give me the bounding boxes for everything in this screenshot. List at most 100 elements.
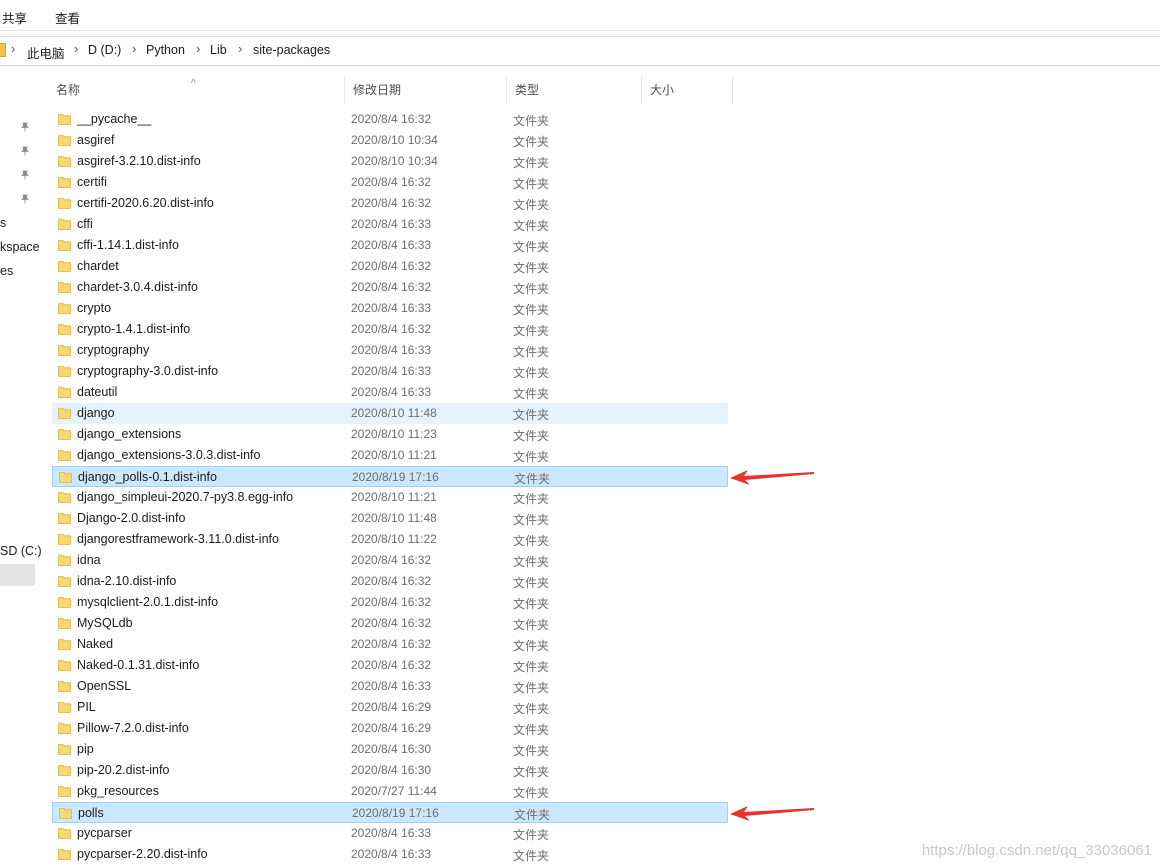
file-name: idna — [77, 553, 101, 567]
file-type: 文件夹 — [513, 261, 550, 275]
breadcrumb-this-pc[interactable]: 此电脑 — [27, 43, 65, 62]
file-date: 2020/7/27 11:44 — [351, 784, 437, 798]
file-row[interactable]: cffi 2020/8/4 16:33 文件夹 — [52, 214, 728, 235]
file-date: 2020/8/4 16:29 — [351, 721, 432, 735]
chevron-right-icon[interactable]: › — [11, 41, 15, 56]
file-type: 文件夹 — [514, 472, 551, 486]
file-row[interactable]: django_extensions-3.0.3.dist-info 2020/8/… — [52, 445, 728, 466]
file-row[interactable]: cryptography 2020/8/4 16:33 文件夹 — [52, 340, 728, 361]
file-type: 文件夹 — [513, 156, 550, 170]
file-type: 文件夹 — [513, 114, 550, 128]
file-date: 2020/8/4 16:32 — [351, 637, 432, 651]
file-row[interactable]: pkg_resources 2020/7/27 11:44 文件夹 — [52, 781, 728, 802]
file-row[interactable]: Pillow-7.2.0.dist-info 2020/8/4 16:29 文件夹 — [52, 718, 728, 739]
file-type: 文件夹 — [513, 513, 550, 527]
file-type: 文件夹 — [513, 639, 550, 653]
breadcrumb-lib[interactable]: Lib — [210, 43, 227, 57]
breadcrumb-site-packages[interactable]: site-packages — [253, 43, 330, 57]
column-date[interactable]: 修改日期 — [345, 76, 507, 104]
file-date: 2020/8/4 16:29 — [351, 700, 432, 714]
nav-item-drive-c[interactable]: SD (C:) — [0, 544, 42, 558]
file-row[interactable]: django 2020/8/10 11:48 文件夹 — [52, 403, 728, 424]
file-type: 文件夹 — [513, 681, 550, 695]
folder-icon — [58, 114, 71, 125]
nav-item[interactable]: kspace — [0, 240, 40, 254]
file-date: 2020/8/4 16:33 — [351, 343, 432, 357]
file-row[interactable]: pycparser 2020/8/4 16:33 文件夹 — [52, 823, 728, 844]
file-row[interactable]: asgiref-3.2.10.dist-info 2020/8/10 10:34 文… — [52, 151, 728, 172]
column-type[interactable]: 类型 — [507, 76, 642, 104]
file-type: 文件夹 — [513, 324, 550, 338]
folder-icon — [58, 324, 71, 335]
nav-item[interactable]: s — [0, 216, 6, 230]
file-date: 2020/8/4 16:33 — [351, 238, 432, 252]
file-row[interactable]: django_polls-0.1.dist-info 2020/8/19 17:1… — [52, 466, 728, 487]
folder-icon — [58, 387, 71, 398]
file-type: 文件夹 — [513, 765, 550, 779]
file-row[interactable]: PIL 2020/8/4 16:29 文件夹 — [52, 697, 728, 718]
folder-icon — [58, 702, 71, 713]
file-row[interactable]: pycparser-2.20.dist-info 2020/8/4 16:33 文件… — [52, 844, 728, 865]
file-row[interactable]: djangorestframework-3.11.0.dist-info 2020… — [52, 529, 728, 550]
tab-view[interactable]: 查看 — [55, 8, 80, 27]
folder-icon — [58, 345, 71, 356]
chevron-right-icon[interactable]: › — [238, 41, 242, 56]
address-bar[interactable]: › 此电脑 › D (D:) › Python › Lib › site-pac… — [0, 36, 1160, 66]
folder-icon — [58, 849, 71, 860]
file-name: pip — [77, 742, 94, 756]
file-row[interactable]: certifi 2020/8/4 16:32 文件夹 — [52, 172, 728, 193]
file-row[interactable]: dateutil 2020/8/4 16:33 文件夹 — [52, 382, 728, 403]
chevron-right-icon[interactable]: › — [132, 41, 136, 56]
column-size[interactable]: 大小 — [642, 76, 733, 104]
breadcrumb-drive[interactable]: D (D:) — [88, 43, 121, 57]
file-name: cffi-1.14.1.dist-info — [77, 238, 179, 252]
file-name: asgiref — [77, 133, 115, 147]
file-date: 2020/8/4 16:32 — [351, 553, 432, 567]
file-row[interactable]: idna 2020/8/4 16:32 文件夹 — [52, 550, 728, 571]
chevron-right-icon[interactable]: › — [196, 41, 200, 56]
file-row[interactable]: chardet 2020/8/4 16:32 文件夹 — [52, 256, 728, 277]
file-date: 2020/8/10 11:23 — [351, 427, 437, 441]
file-row[interactable]: pip 2020/8/4 16:30 文件夹 — [52, 739, 728, 760]
file-row[interactable]: mysqlclient-2.0.1.dist-info 2020/8/4 16:3… — [52, 592, 728, 613]
folder-icon — [58, 597, 71, 608]
file-row[interactable]: cryptography-3.0.dist-info 2020/8/4 16:33… — [52, 361, 728, 382]
file-type: 文件夹 — [513, 282, 550, 296]
file-row[interactable]: Django-2.0.dist-info 2020/8/10 11:48 文件夹 — [52, 508, 728, 529]
nav-item[interactable]: es — [0, 264, 13, 278]
file-row[interactable]: crypto 2020/8/4 16:33 文件夹 — [52, 298, 728, 319]
file-row[interactable]: pip-20.2.dist-info 2020/8/4 16:30 文件夹 — [52, 760, 728, 781]
file-type: 文件夹 — [513, 849, 550, 863]
file-row[interactable]: Naked-0.1.31.dist-info 2020/8/4 16:32 文件夹 — [52, 655, 728, 676]
breadcrumb-python[interactable]: Python — [146, 43, 185, 57]
file-row[interactable]: __pycache__ 2020/8/4 16:32 文件夹 — [52, 109, 728, 130]
column-name[interactable]: 名称 ^ — [41, 76, 345, 104]
file-name: cffi — [77, 217, 93, 231]
pin-icon[interactable] — [20, 146, 30, 156]
file-row[interactable]: asgiref 2020/8/10 10:34 文件夹 — [52, 130, 728, 151]
file-name: Naked-0.1.31.dist-info — [77, 658, 200, 672]
file-row[interactable]: polls 2020/8/19 17:16 文件夹 — [52, 802, 728, 823]
nav-item-selected[interactable] — [0, 564, 35, 586]
file-row[interactable]: cffi-1.14.1.dist-info 2020/8/4 16:33 文件夹 — [52, 235, 728, 256]
file-row[interactable]: chardet-3.0.4.dist-info 2020/8/4 16:32 文件夹 — [52, 277, 728, 298]
file-date: 2020/8/10 11:48 — [351, 406, 437, 420]
file-name: certifi-2020.6.20.dist-info — [77, 196, 214, 210]
folder-icon — [58, 555, 71, 566]
file-row[interactable]: certifi-2020.6.20.dist-info 2020/8/4 16:3… — [52, 193, 728, 214]
pin-icon[interactable] — [20, 122, 30, 132]
pin-icon[interactable] — [20, 194, 30, 204]
file-row[interactable]: django_extensions 2020/8/10 11:23 文件夹 — [52, 424, 728, 445]
file-row[interactable]: crypto-1.4.1.dist-info 2020/8/4 16:32 文件夹 — [52, 319, 728, 340]
file-row[interactable]: idna-2.10.dist-info 2020/8/4 16:32 文件夹 — [52, 571, 728, 592]
folder-icon — [58, 492, 71, 503]
pin-icon[interactable] — [20, 170, 30, 180]
file-date: 2020/8/4 16:32 — [351, 280, 432, 294]
tab-share[interactable]: 共享 — [2, 8, 27, 27]
file-row[interactable]: MySQLdb 2020/8/4 16:32 文件夹 — [52, 613, 728, 634]
file-row[interactable]: OpenSSL 2020/8/4 16:33 文件夹 — [52, 676, 728, 697]
ribbon-tabs: 共享 查看 — [0, 0, 1160, 31]
file-row[interactable]: Naked 2020/8/4 16:32 文件夹 — [52, 634, 728, 655]
chevron-right-icon[interactable]: › — [74, 41, 78, 56]
file-row[interactable]: django_simpleui-2020.7-py3.8.egg-info 202… — [52, 487, 728, 508]
